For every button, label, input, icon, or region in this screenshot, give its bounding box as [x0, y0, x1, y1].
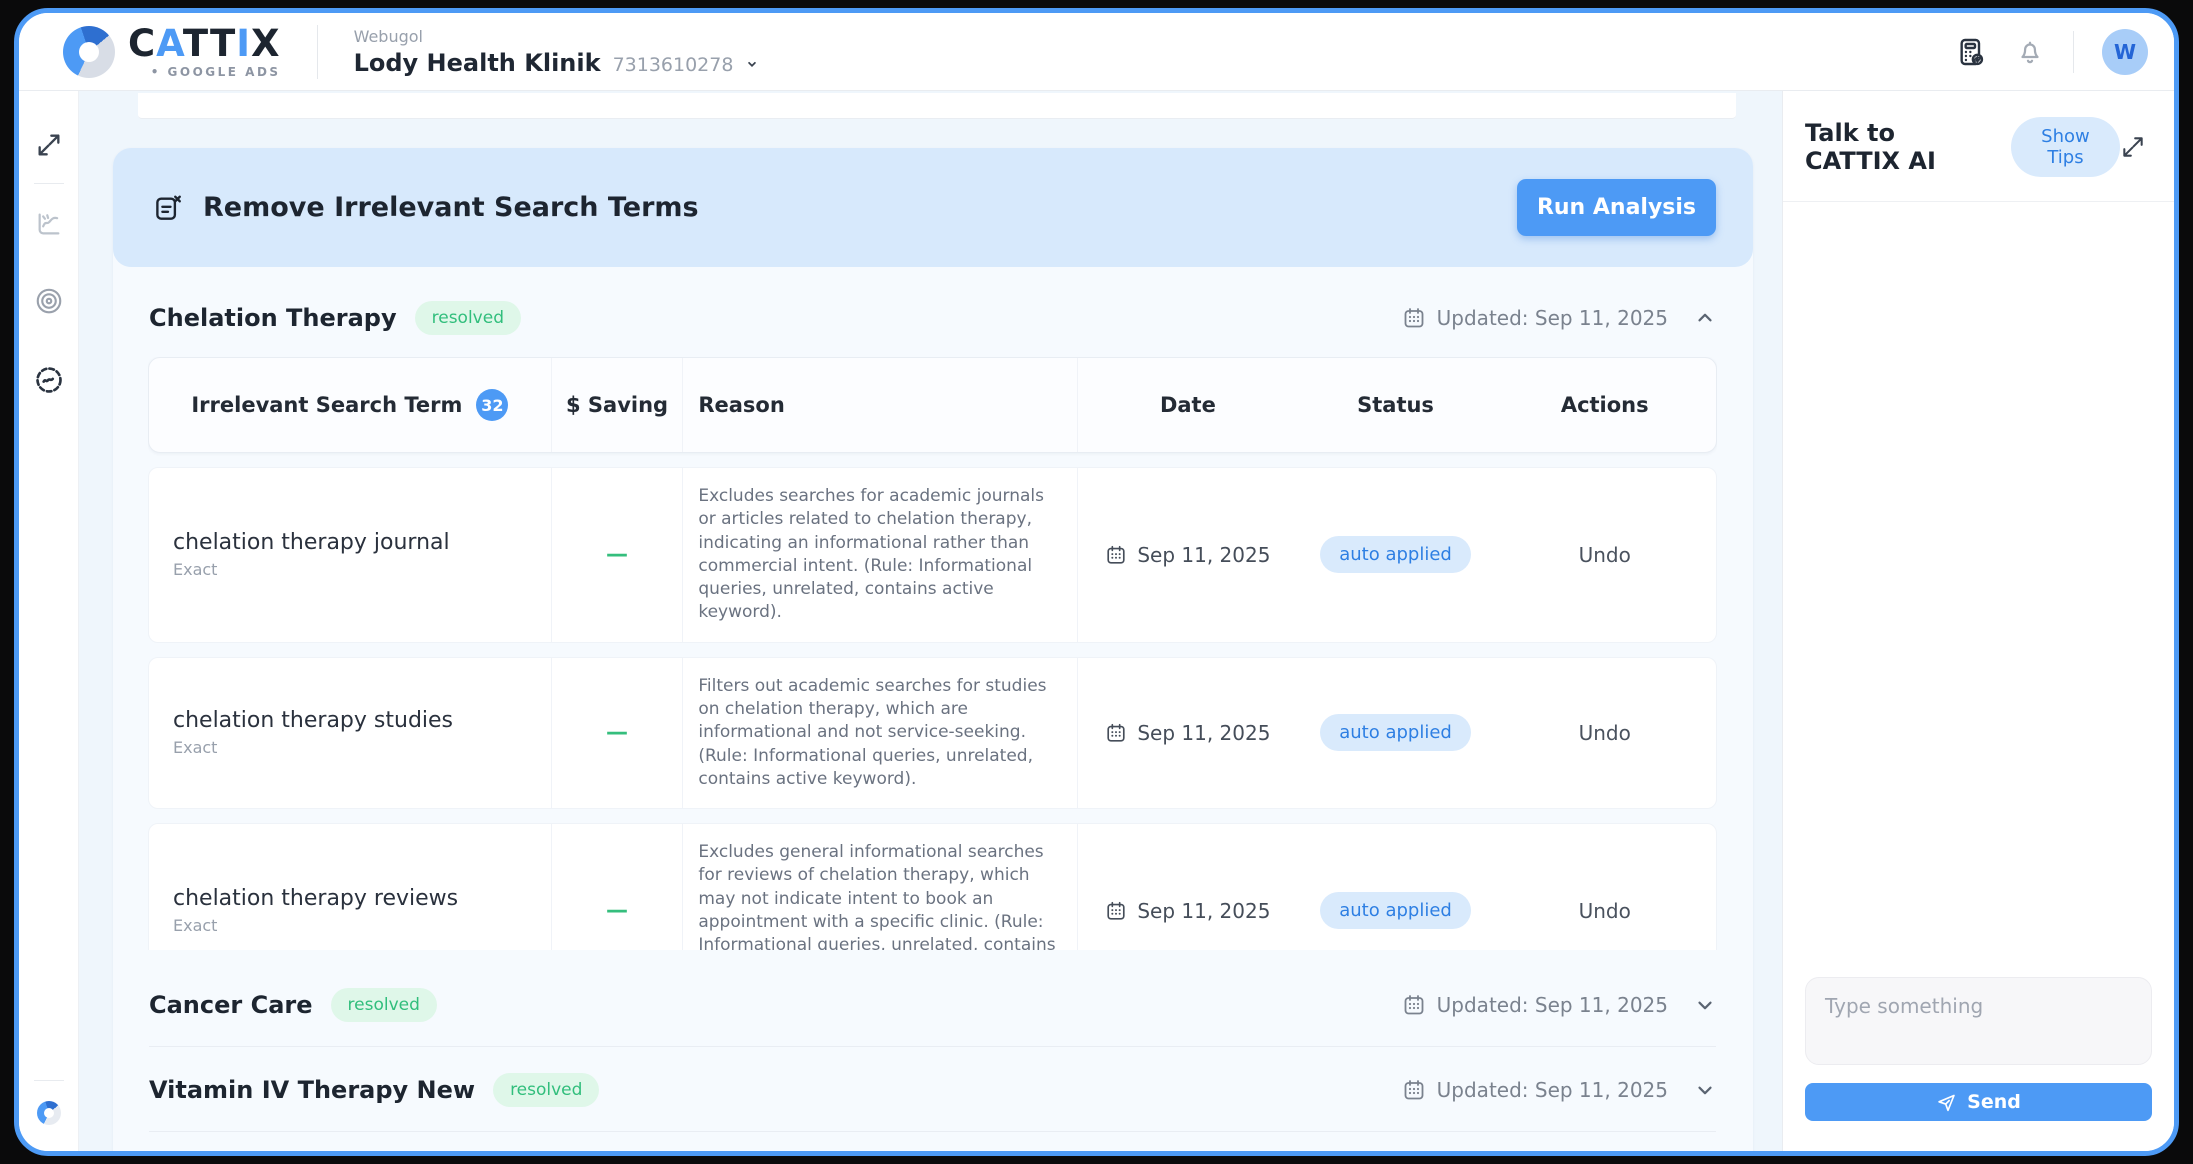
top-header: CATTIX • GOOGLE ADS Webugol Lody Health …	[19, 13, 2174, 91]
brand-subtitle: • GOOGLE ADS	[151, 65, 281, 79]
saving-value: —	[606, 542, 628, 567]
match-type: Exact	[173, 560, 527, 579]
notifications-bell-icon[interactable]	[2015, 37, 2045, 67]
chat-messages-area	[1783, 202, 2174, 977]
row-status-badge: auto applied	[1320, 536, 1471, 573]
panel-banner: Remove Irrelevant Search Terms Run Analy…	[113, 148, 1753, 267]
sidebar-bottom-divider	[34, 1080, 64, 1081]
section-head-vitamin-iv: Vitamin IV Therapy New resolved Updated:…	[149, 1047, 1716, 1132]
user-avatar[interactable]: W	[2102, 29, 2148, 75]
col-date: Date	[1078, 358, 1297, 452]
chevron-down-icon[interactable]	[1694, 1079, 1716, 1101]
app-window: CATTIX • GOOGLE ADS Webugol Lody Health …	[14, 8, 2179, 1156]
run-analysis-button[interactable]: Run Analysis	[1517, 179, 1716, 236]
sidebar-expand-icon[interactable]	[35, 131, 63, 159]
term-count-badge: 32	[476, 389, 508, 421]
saving-value: —	[606, 720, 628, 745]
sidebar-badge-icon[interactable]	[33, 364, 65, 396]
terms-table: Irrelevant Search Term 32 $ Saving Reaso…	[148, 357, 1717, 950]
main-content: Remove Irrelevant Search Terms Run Analy…	[79, 91, 1782, 1151]
search-term: chelation therapy journal	[173, 530, 527, 555]
reason-text: Excludes general informational searches …	[698, 841, 1062, 950]
search-term: chelation therapy studies	[173, 708, 527, 733]
chat-input[interactable]	[1805, 977, 2152, 1065]
panel-title: Remove Irrelevant Search Terms	[203, 192, 699, 223]
chat-expand-icon[interactable]	[2120, 134, 2146, 160]
match-type: Exact	[173, 916, 527, 935]
row-date: Sep 11, 2025	[1137, 899, 1270, 923]
account-name: Lody Health Klinik	[354, 49, 601, 77]
row-status-badge: auto applied	[1320, 714, 1471, 751]
account-org: Webugol	[354, 27, 760, 46]
section-title: Cancer Care	[149, 991, 313, 1019]
brand-logo-icon	[63, 26, 115, 78]
col-term: Irrelevant Search Term	[191, 393, 462, 417]
chevron-down-icon[interactable]	[1694, 994, 1716, 1016]
chat-footer: Send	[1783, 977, 2174, 1151]
section-head-chelation: Chelation Therapy resolved Updated: Sep …	[113, 267, 1753, 335]
billing-calculator-icon[interactable]	[1955, 36, 1987, 68]
send-plane-icon	[1936, 1092, 1957, 1113]
scrolled-card-edge	[138, 93, 1736, 119]
chat-header: Talk to CATTIX AI Show Tips	[1783, 91, 2174, 202]
col-saving: $ Saving	[552, 358, 684, 452]
undo-button[interactable]: Undo	[1579, 543, 1631, 567]
row-status-badge: auto applied	[1320, 892, 1471, 929]
sidebar-logo-icon[interactable]	[37, 1101, 61, 1125]
undo-button[interactable]: Undo	[1579, 899, 1631, 923]
undo-button[interactable]: Undo	[1579, 721, 1631, 745]
chevron-up-icon[interactable]	[1694, 307, 1716, 329]
saving-value: —	[606, 898, 628, 923]
status-badge: resolved	[493, 1073, 599, 1107]
brand-name: CATTIX	[128, 25, 281, 62]
brand-logo[interactable]: CATTIX • GOOGLE ADS	[63, 25, 281, 79]
account-id: 7313610278	[613, 54, 734, 76]
sidebar-analytics-icon[interactable]	[35, 210, 63, 238]
chat-title: Talk to CATTIX AI	[1805, 119, 1985, 175]
calendar-icon	[1105, 544, 1127, 566]
reason-text: Excludes searches for academic journals …	[698, 485, 1062, 625]
header-divider	[317, 25, 318, 79]
ai-chat-panel: Talk to CATTIX AI Show Tips Send	[1782, 91, 2174, 1151]
table-row: chelation therapy journal Exact — Exclud…	[148, 467, 1717, 643]
row-date: Sep 11, 2025	[1137, 543, 1270, 567]
updated-date: Updated: Sep 11, 2025	[1402, 1078, 1668, 1102]
account-caret-icon[interactable]	[745, 57, 759, 71]
calendar-icon	[1105, 900, 1127, 922]
calendar-icon	[1105, 722, 1127, 744]
section-title: Vitamin IV Therapy New	[149, 1076, 475, 1104]
match-type: Exact	[173, 738, 527, 757]
table-row: chelation therapy reviews Exact — Exclud…	[148, 823, 1717, 950]
status-badge: resolved	[415, 301, 521, 335]
show-tips-button[interactable]: Show Tips	[2011, 117, 2120, 177]
header-divider-2	[2073, 31, 2074, 73]
reason-text: Filters out academic searches for studie…	[698, 675, 1062, 791]
sidebar-divider	[34, 183, 64, 184]
row-date: Sep 11, 2025	[1137, 721, 1270, 745]
send-button[interactable]: Send	[1805, 1083, 2152, 1121]
account-info: Webugol Lody Health Klinik 7313610278	[354, 27, 760, 77]
search-terms-card: Remove Irrelevant Search Terms Run Analy…	[113, 148, 1753, 1151]
sidebar-target-icon[interactable]	[34, 286, 64, 316]
col-status: Status	[1298, 358, 1494, 452]
col-actions: Actions	[1493, 358, 1716, 452]
section-title: Chelation Therapy	[149, 304, 397, 332]
updated-date: Updated: Sep 11, 2025	[1402, 993, 1668, 1017]
col-reason: Reason	[683, 358, 1078, 452]
remove-terms-icon	[153, 193, 183, 223]
updated-date: Updated: Sep 11, 2025	[1402, 306, 1668, 330]
section-head-cancer-care: Cancer Care resolved Updated: Sep 11, 20…	[149, 962, 1716, 1047]
table-header-row: Irrelevant Search Term 32 $ Saving Reaso…	[148, 357, 1717, 453]
table-row: chelation therapy studies Exact — Filter…	[148, 657, 1717, 809]
search-term: chelation therapy reviews	[173, 886, 527, 911]
left-sidebar	[19, 91, 79, 1151]
status-badge: resolved	[331, 988, 437, 1022]
send-label: Send	[1967, 1091, 2021, 1113]
